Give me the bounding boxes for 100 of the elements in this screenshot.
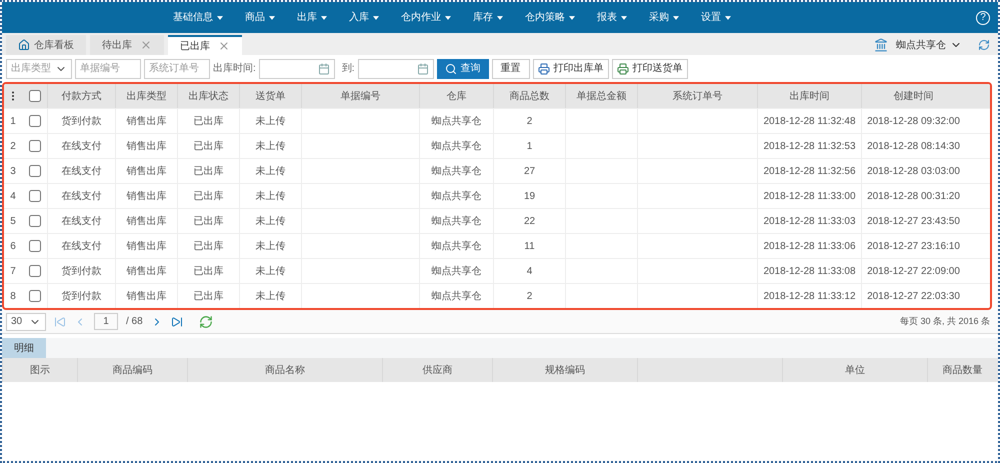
nav-menu[interactable]: 基础信息 (162, 10, 234, 25)
nav-menu[interactable]: 报表 (586, 10, 638, 25)
column-header: 送货单 (239, 84, 301, 108)
refresh-icon[interactable] (978, 39, 990, 51)
help-icon[interactable]: ? (976, 10, 990, 24)
bill-no-field[interactable]: 单据编号 (75, 58, 141, 78)
table-cell-text: 已出库 (194, 214, 224, 228)
table-cell-text: 在线支付 (62, 240, 102, 254)
table-cell-text: 19 (524, 190, 536, 204)
table-cell-text: 未上传 (256, 240, 286, 254)
row-checkbox[interactable] (28, 190, 40, 202)
table-cell-text: 在线支付 (62, 190, 102, 204)
caret-icon (497, 16, 503, 20)
tab[interactable]: 待出库 (90, 35, 164, 55)
table-cell-text: 货到付款 (62, 290, 102, 304)
table-cell-text: 已出库 (194, 190, 224, 204)
search-icon (444, 62, 457, 74)
table-cell-text: 2018-12-28 11:33:06 (763, 240, 856, 254)
column-header: 单据总金额 (565, 84, 637, 108)
row-number: 8 (10, 290, 16, 304)
search-button[interactable]: 查询 (436, 58, 489, 78)
home-icon (18, 39, 30, 51)
order-no-field[interactable]: 系统订单号 (144, 58, 210, 78)
warehouse-picker[interactable]: 蜘点共享仓 (896, 38, 962, 52)
table-cell-text: 未上传 (256, 264, 286, 278)
nav-menu[interactable]: 仓内策略 (514, 10, 586, 25)
row-number: 1 (10, 114, 16, 128)
caret-icon (217, 16, 223, 20)
table-cell-text: 货到付款 (62, 114, 102, 128)
table-cell-text: 已出库 (194, 164, 224, 178)
tab[interactable]: 仓库看板 (6, 35, 86, 55)
table-cell-text: 未上传 (256, 164, 286, 178)
column-header: 供应商 (422, 364, 452, 378)
reload-icon[interactable] (198, 314, 213, 328)
row-checkbox[interactable] (28, 115, 40, 127)
row-number: 4 (10, 190, 16, 204)
caret-icon (269, 16, 275, 20)
nav-menu[interactable]: 设置 (690, 10, 742, 25)
table-cell-text: 销售出库 (126, 214, 166, 228)
date-field[interactable] (358, 58, 434, 78)
table-cell-text: 销售出库 (126, 140, 166, 154)
table-cell-text: 销售出库 (126, 190, 166, 204)
table-cell-text: 销售出库 (126, 114, 166, 128)
row-checkbox[interactable] (28, 215, 40, 227)
caret-icon (321, 16, 327, 20)
total-pages: / 68 (126, 315, 143, 329)
table-cell-text: 蜘点共享仓 (432, 240, 482, 254)
column-header: 商品数量 (942, 364, 982, 378)
row-checkbox[interactable] (28, 290, 40, 302)
table-cell-text: 蜘点共享仓 (432, 264, 482, 278)
table-cell-text: 已出库 (194, 140, 224, 154)
select-all-checkbox[interactable] (28, 90, 40, 102)
last-page-icon[interactable] (170, 316, 183, 328)
row-number: 6 (10, 240, 16, 254)
date-field[interactable] (258, 58, 335, 78)
reset-button[interactable]: 重置 (492, 58, 530, 78)
nav-menu[interactable]: 采购 (638, 10, 690, 25)
table-cell-text: 22 (524, 214, 536, 228)
nav-menu[interactable]: 出库 (286, 10, 338, 25)
column-header: 付款方式 (47, 84, 115, 108)
print-delivery-button[interactable]: 打印送货单 (612, 58, 688, 78)
row-number: 7 (10, 264, 16, 278)
page-field[interactable]: 1 (94, 313, 118, 330)
print-outbound-button[interactable]: 打印出库单 (532, 58, 609, 78)
table-cell-text: 在线支付 (62, 214, 102, 228)
column-header: 系统订单号 (637, 84, 757, 108)
table-cell-text: 2018-12-28 11:33:12 (763, 290, 856, 304)
row-checkbox[interactable] (28, 240, 40, 252)
table-cell-text: 2018-12-27 23:43:50 (867, 214, 960, 228)
calendar-icon[interactable] (416, 62, 429, 74)
page-summary: 每页 30 条, 共 2016 条 (900, 314, 990, 328)
table-cell-text: 未上传 (256, 140, 286, 154)
nav-menu[interactable]: 仓内作业 (390, 10, 462, 25)
caret-icon (673, 16, 679, 20)
nav-menu[interactable]: 商品 (234, 10, 286, 25)
warehouse-icon (874, 38, 888, 52)
table-cell-text: 2018-12-27 22:03:30 (867, 290, 960, 304)
caret-icon (569, 16, 575, 20)
page-size-select[interactable]: 30 (6, 312, 46, 330)
table-cell-text: 1 (526, 140, 532, 154)
nav-menu[interactable]: 入库 (338, 10, 390, 25)
table-cell-text: 2018-12-28 11:32:48 (763, 114, 856, 128)
row-checkbox[interactable] (28, 265, 40, 277)
table-cell-text: 2 (526, 114, 532, 128)
detail-tab[interactable]: 明细 (2, 338, 46, 358)
caret-icon (445, 16, 451, 20)
column-header: 出库状态 (177, 84, 239, 108)
calendar-icon[interactable] (318, 62, 330, 74)
table-cell-text: 已出库 (194, 240, 224, 254)
column-header: 商品编码 (112, 364, 152, 378)
tab[interactable]: 已出库 (168, 35, 242, 55)
row-number: 3 (10, 164, 16, 178)
column-header: 出库类型 (115, 84, 177, 108)
row-checkbox[interactable] (28, 165, 40, 177)
nav-menu[interactable]: 库存 (462, 10, 514, 25)
column-header: 仓库 (419, 84, 493, 108)
table-cell-text: 2018-12-28 11:33:08 (763, 264, 856, 278)
close-icon[interactable] (218, 40, 230, 52)
table-cell-text: 2018-12-28 11:33:00 (763, 190, 856, 204)
row-checkbox[interactable] (28, 140, 40, 152)
